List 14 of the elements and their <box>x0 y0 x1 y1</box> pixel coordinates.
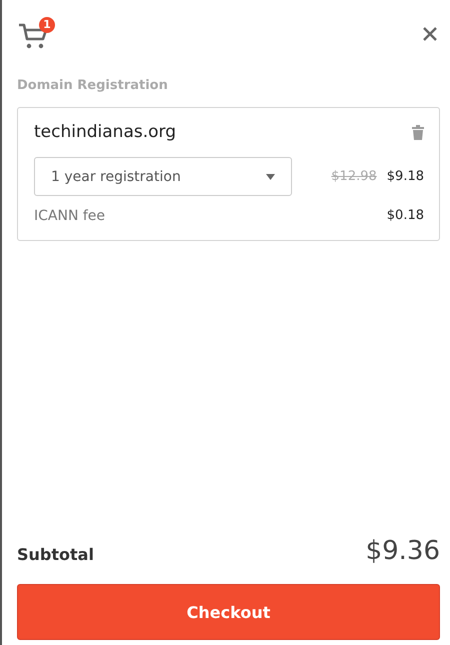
term-dropdown[interactable]: 1 year registration <box>34 157 292 196</box>
section-title: Domain Registration <box>17 78 169 93</box>
cart-count-badge: 1 <box>39 17 55 33</box>
close-icon[interactable] <box>423 27 437 41</box>
subtotal-amount: $9.36 <box>366 538 440 564</box>
trash-icon[interactable] <box>412 124 424 140</box>
checkout-button[interactable]: Checkout <box>17 584 440 640</box>
fee-amount: $0.18 <box>386 208 424 224</box>
fee-label: ICANN fee <box>34 208 106 224</box>
dropdown-caret-icon <box>266 174 275 180</box>
subtotal-label: Subtotal <box>17 545 94 564</box>
domain-name: techindianas.org <box>34 122 176 142</box>
original-price: $12.98 <box>331 169 377 184</box>
price: $9.18 <box>386 169 424 184</box>
